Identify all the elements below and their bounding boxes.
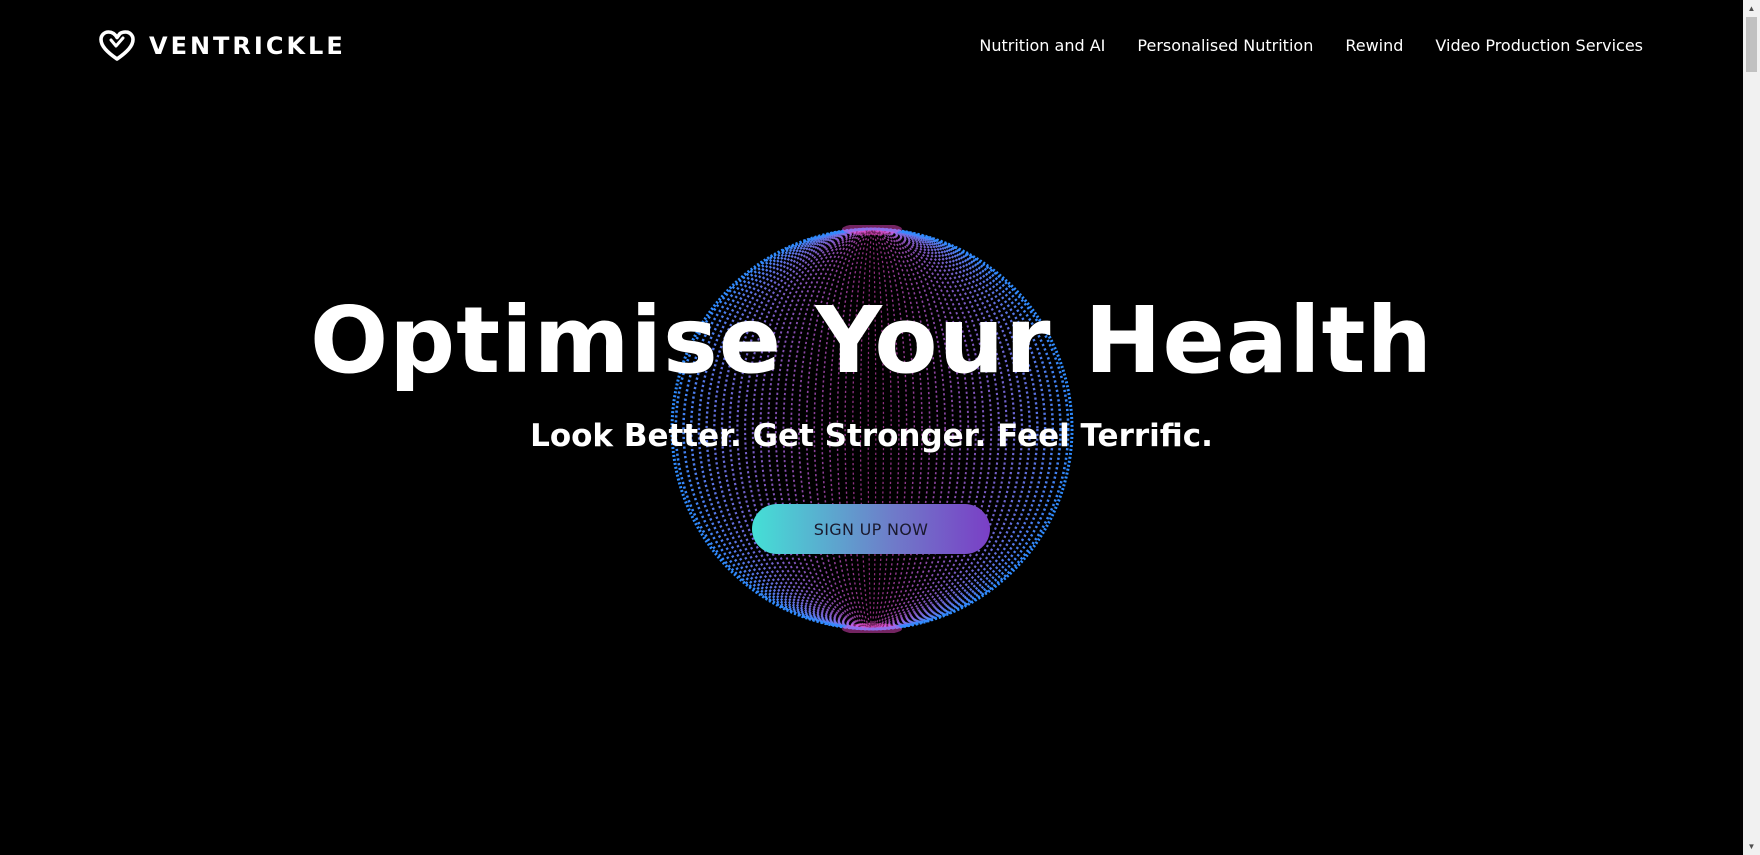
sign-up-button[interactable]: SIGN UP NOW	[752, 504, 990, 554]
nav-item-nutrition-and-ai[interactable]: Nutrition and AI	[979, 34, 1105, 58]
brand-name: VENTRICKLE	[149, 32, 346, 60]
main-nav: Nutrition and AI Personalised Nutrition …	[979, 34, 1643, 58]
scroll-down-arrow-icon[interactable]: ▼	[1743, 838, 1760, 855]
scroll-up-arrow-icon[interactable]: ▲	[1743, 0, 1760, 17]
nav-item-video-production-services[interactable]: Video Production Services	[1435, 34, 1643, 58]
site-header: VENTRICKLE Nutrition and AI Personalised…	[0, 0, 1743, 92]
scrollbar-thumb[interactable]	[1746, 17, 1757, 72]
page: VENTRICKLE Nutrition and AI Personalised…	[0, 0, 1760, 855]
viewport: VENTRICKLE Nutrition and AI Personalised…	[0, 0, 1743, 855]
nav-item-personalised-nutrition[interactable]: Personalised Nutrition	[1137, 34, 1313, 58]
vertical-scrollbar[interactable]: ▲ ▼	[1743, 0, 1760, 855]
hero-title: Optimise Your Health	[310, 287, 1433, 394]
brand-logo-link[interactable]: VENTRICKLE	[99, 30, 346, 62]
nav-item-rewind[interactable]: Rewind	[1345, 34, 1403, 58]
hero-subtitle: Look Better. Get Stronger. Feel Terrific…	[530, 418, 1213, 454]
heart-logo-icon	[99, 30, 135, 61]
